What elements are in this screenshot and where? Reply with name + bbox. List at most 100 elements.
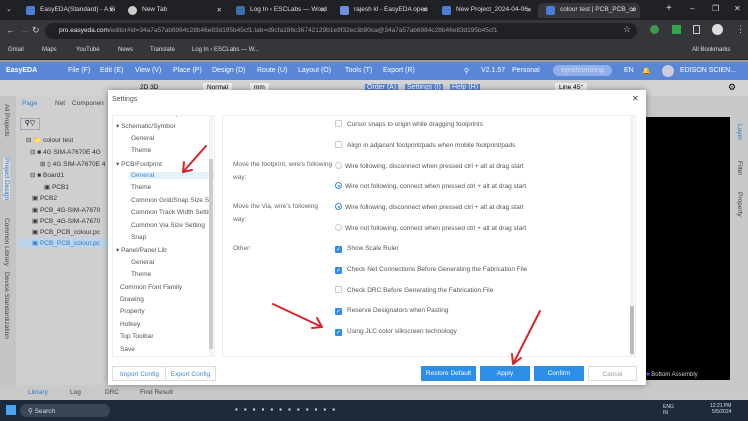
checkbox-option[interactable]: Cursor snaps to origin while dragging fo…	[335, 120, 483, 128]
settings-tree-item[interactable]: General	[129, 259, 154, 266]
tab-page[interactable]: Page	[22, 100, 37, 107]
settings-tree-item[interactable]: Theme	[129, 147, 151, 154]
tab-drc[interactable]: DRC	[105, 389, 119, 396]
vtab-all-projects[interactable]: All Projects	[3, 104, 10, 137]
bookmark-esclabs[interactable]: Log In ‹ ESCLabs — W...	[192, 47, 259, 53]
browser-tab-active[interactable]: colour test | PCB_PCB_co ✕	[538, 3, 640, 18]
tree-pcb[interactable]: ▣ PCB_PCB_colour.pc	[32, 228, 100, 236]
settings-tree-item[interactable]: Property	[120, 308, 145, 315]
browser-menu-icon[interactable]: ⋮	[736, 24, 745, 35]
restore-default-button[interactable]: Restore Default	[421, 366, 476, 381]
tree-pcb[interactable]: ▣ PCB_4G-SIM-A7670	[32, 206, 100, 214]
close-icon[interactable]: ✕	[632, 94, 639, 103]
tree-board[interactable]: ⊟ ■ Board1	[30, 171, 64, 179]
tab-component[interactable]: Componen	[72, 100, 104, 107]
checkbox[interactable]: ✓	[335, 266, 342, 274]
tree-schematic[interactable]: ⊟ ■ 4G SIM-A7670E 4G	[30, 148, 101, 156]
settings-tree-item[interactable]: General	[129, 135, 154, 142]
language-button[interactable]: EN	[624, 67, 634, 74]
settings-tree-item[interactable]: Drawing	[120, 296, 144, 303]
checkbox-option[interactable]: Align in adjacent footprint/pads when mo…	[335, 140, 515, 149]
tab-find-result[interactable]: Find Result	[140, 389, 173, 396]
content-scrollbar[interactable]	[630, 116, 634, 356]
tab-net[interactable]: Net	[55, 100, 65, 107]
checkbox[interactable]: ✓	[335, 308, 342, 316]
settings-gear-icon[interactable]: ⚙	[728, 82, 736, 93]
checkbox-option[interactable]: ✓ Using JLC color silkscreen technology	[335, 328, 457, 336]
settings-tree-item[interactable]: Common Library	[129, 116, 179, 117]
vtab-device-standardization[interactable]: Device Standardization	[3, 272, 10, 339]
apply-button[interactable]: Apply	[480, 366, 530, 381]
menu-edit[interactable]: Edit (E)	[100, 67, 123, 74]
close-tab-icon[interactable]: ✕	[527, 6, 532, 14]
close-tab-icon[interactable]: ✕	[631, 6, 636, 14]
settings-tree-item[interactable]: ▾ Panel/Panel Lib	[116, 246, 167, 254]
radio-button[interactable]	[335, 224, 342, 231]
maximize-button[interactable]: ❐	[712, 4, 719, 13]
settings-tree-item[interactable]: ▾ PCB/Footprint	[116, 160, 162, 168]
bookmark-maps[interactable]: Maps	[42, 47, 57, 53]
settings-tree-item[interactable]: Theme	[129, 184, 151, 191]
bookmark-gmail[interactable]: Gmail	[8, 47, 24, 53]
menu-design[interactable]: Design (D)	[212, 67, 245, 74]
vtab-property[interactable]: Property	[736, 192, 743, 217]
checkbox-option[interactable]: Check DRC Before Generating the Fabricat…	[335, 286, 493, 294]
checkbox[interactable]: ✓	[335, 329, 342, 336]
browser-tab[interactable]: rajesh kl - EasyEDA open ✕	[332, 3, 432, 18]
url-input[interactable]: pro.easyeda.com/editor#id=34a7a57ab6984c…	[45, 23, 637, 39]
minimize-button[interactable]: –	[690, 4, 694, 13]
checkbox[interactable]: ✓	[335, 245, 342, 253]
settings-tree-item[interactable]: Save	[120, 346, 135, 353]
menu-export[interactable]: Export (R)	[383, 67, 415, 74]
tree-pcb[interactable]: ▣ PCB_4G-SIM-A7670	[32, 217, 100, 225]
settings-tree-item[interactable]: Common Via Size Setting	[129, 222, 205, 229]
plan-dropdown[interactable]: Personal	[512, 67, 540, 74]
notification-bell-icon[interactable]: 🔔	[642, 67, 651, 75]
settings-tree-item[interactable]: Top Toolbar	[120, 333, 154, 340]
extension-icon[interactable]	[672, 25, 681, 34]
cancel-button[interactable]: Cancel	[588, 366, 637, 381]
radio-option[interactable]: Wire following, disconnect when pressed …	[335, 161, 524, 170]
pcb-canvas[interactable]: ■ Bottom Assembly	[646, 117, 730, 380]
settings-tree-item[interactable]: Hotkey	[120, 321, 140, 328]
radio-option[interactable]: Wire not following, connect when pressed…	[335, 224, 526, 232]
export-config-button[interactable]: Export Config	[165, 366, 216, 381]
menu-layout[interactable]: Layout (O)	[298, 67, 331, 74]
tree-pcb-selected[interactable]: ▣ PCB_PCB_colour.pc	[18, 238, 108, 248]
menu-view[interactable]: View (V)	[135, 67, 161, 74]
close-tab-icon[interactable]: ✕	[109, 6, 114, 14]
user-name[interactable]: EDISON SCIEN...	[680, 67, 736, 74]
vtab-layer[interactable]: Layer	[736, 124, 743, 140]
new-tab-button[interactable]: +	[666, 3, 672, 14]
tree-scrollbar[interactable]	[209, 115, 213, 357]
settings-tree-item[interactable]: General	[129, 172, 214, 179]
tab-log[interactable]: Log	[70, 389, 81, 396]
back-icon[interactable]: ←	[6, 25, 15, 35]
forward-icon[interactable]: →	[20, 25, 29, 35]
confirm-button[interactable]: Confirm	[534, 366, 584, 381]
bookmark-youtube[interactable]: YouTube	[76, 47, 100, 53]
vtab-filter[interactable]: Filter	[736, 161, 743, 175]
tree-pcb[interactable]: ▣ PCB2	[32, 194, 57, 202]
menu-route[interactable]: Route (U)	[257, 67, 287, 74]
settings-tree-item[interactable]: Common Grid/Snap Size Se	[129, 197, 213, 204]
menu-tools[interactable]: Tools (T)	[345, 67, 372, 74]
checkbox[interactable]	[335, 120, 342, 127]
checkbox[interactable]	[335, 140, 342, 148]
checkbox-option[interactable]: ✓ Reserve Designators when Pasting	[335, 307, 449, 316]
vtab-common-library[interactable]: Common Library	[3, 218, 10, 266]
tree-pcb[interactable]: ▣ PCB1	[44, 183, 69, 191]
clock[interactable]: 12:21 PM 5/5/2024	[710, 403, 731, 415]
import-config-button[interactable]: Import Config	[112, 366, 167, 381]
tree-sheet[interactable]: ⊞ ▯ 4G SIM-A7670E 4	[40, 160, 105, 168]
menu-place[interactable]: Place (P)	[173, 67, 202, 74]
radio-button[interactable]	[335, 203, 342, 211]
user-avatar[interactable]	[662, 65, 674, 77]
browser-tab[interactable]: New Tab ✕	[120, 3, 226, 18]
tree-project[interactable]: ⊟ 📁 colour test	[26, 136, 73, 144]
browser-tab[interactable]: New Project_2024-04-06 ✕	[434, 3, 536, 18]
vtab-project-design[interactable]: Project Design	[3, 158, 10, 201]
language-indicator[interactable]: ENG IN	[663, 404, 677, 416]
windows-start-icon[interactable]	[6, 405, 16, 415]
taskbar-search[interactable]: ⚲ Search	[20, 404, 110, 417]
